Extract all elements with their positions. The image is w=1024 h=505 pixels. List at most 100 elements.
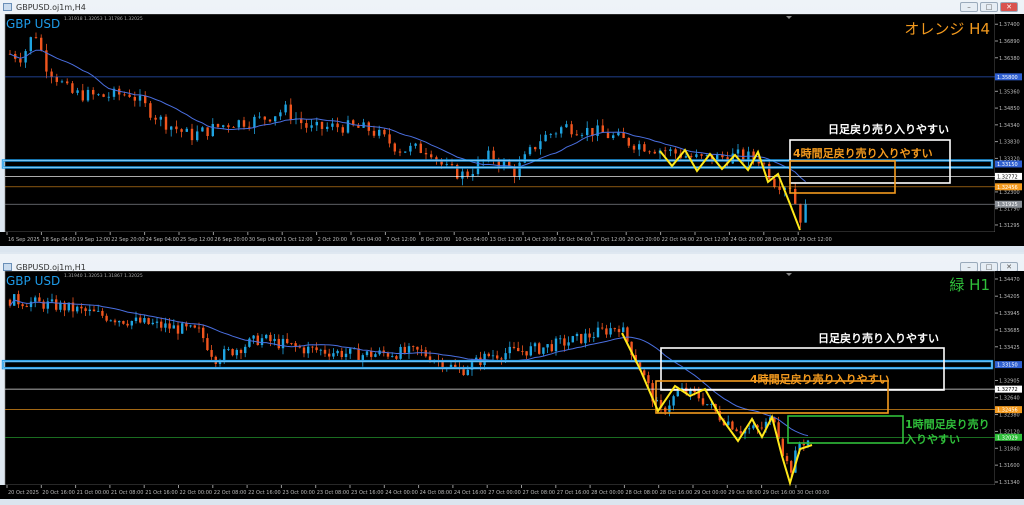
- candle-body: [412, 346, 415, 347]
- candle-body: [190, 128, 194, 141]
- candle-body: [676, 391, 679, 397]
- candle-body: [773, 178, 776, 187]
- time-tick-label: 23 Oct 12:00: [696, 237, 729, 243]
- candle-body: [622, 327, 625, 333]
- price-tick-label: 1.32640: [999, 396, 1020, 402]
- candle-body: [528, 147, 532, 155]
- price-tick-label: 1.34205: [999, 294, 1020, 300]
- candle-body: [34, 37, 38, 38]
- h1-annotation-line1: 1時間足戻り売り: [905, 417, 990, 431]
- candle-body: [605, 328, 608, 335]
- candle-body: [189, 325, 192, 327]
- candle-body: [269, 334, 272, 342]
- candle-body: [172, 325, 175, 329]
- candle-body: [134, 317, 138, 321]
- candle-body: [315, 347, 318, 351]
- candle-body: [559, 338, 562, 340]
- h1-chart[interactable]: 1.34470 1.34205 1.33945 1.33685 1.33425 1.329…: [0, 271, 1024, 504]
- candle-body: [244, 346, 247, 354]
- candle-body: [512, 346, 516, 348]
- candle-body: [374, 354, 377, 357]
- time-tick-label: 22 Sep 20:00: [111, 237, 144, 243]
- time-tick-label: 28 Oct 04:00: [765, 237, 798, 243]
- candle-body: [126, 323, 129, 326]
- candle-body: [690, 156, 693, 157]
- candle-body: [252, 335, 255, 339]
- daily-annotation: 日足戻り売り入りやすい: [828, 122, 949, 136]
- candle-body: [196, 131, 199, 141]
- candle-body: [92, 89, 95, 95]
- candle-body: [596, 327, 600, 338]
- price-tick-label: 1.35360: [999, 89, 1020, 95]
- candle-body: [546, 344, 549, 348]
- candle-body: [588, 333, 591, 338]
- candle-body: [748, 428, 751, 430]
- candle-body: [695, 154, 698, 157]
- price-marker-label: 1.33150: [997, 363, 1018, 369]
- candle-body: [575, 333, 579, 337]
- h4-window-titlebar[interactable]: GBPUSD.oj1m,H4 – □ ✕: [0, 0, 1024, 14]
- candle-body: [454, 364, 457, 367]
- candle-body: [668, 405, 671, 412]
- candle-body: [101, 310, 104, 316]
- candle-body: [518, 162, 521, 177]
- candle-body: [419, 143, 422, 153]
- candle-body: [197, 327, 201, 329]
- candle-body: [305, 123, 308, 128]
- candle-body: [151, 322, 154, 325]
- time-tick-label: 25 Sep 12:00: [180, 237, 213, 243]
- time-tick-label: 27 Oct 08:00: [523, 490, 556, 496]
- candle-body: [617, 132, 620, 136]
- candle-body: [804, 203, 807, 223]
- time-tick-label: 27 Oct 00:00: [488, 490, 521, 496]
- candle-body: [122, 321, 125, 324]
- time-tick-label: 24 Oct 16:00: [454, 490, 487, 496]
- candle-body: [606, 132, 610, 138]
- time-tick-label: 24 Oct 20:00: [730, 237, 763, 243]
- candle-body: [143, 318, 146, 323]
- candle-body: [206, 338, 209, 351]
- time-tick-label: 28 Oct 00:00: [591, 490, 624, 496]
- candle-body: [627, 137, 630, 146]
- candle-body: [139, 317, 142, 323]
- candle-body: [175, 126, 178, 130]
- candle-body: [416, 346, 419, 350]
- chart-window-icon: [3, 263, 12, 271]
- candle-body: [284, 104, 287, 113]
- candle-body: [88, 309, 91, 312]
- candle-body: [674, 149, 677, 154]
- candle-body: [409, 145, 412, 152]
- candle-body: [341, 127, 344, 133]
- candle-body: [235, 349, 238, 356]
- candle-body: [383, 129, 386, 135]
- maximize-button[interactable]: □: [980, 2, 998, 12]
- candle-body: [424, 152, 428, 155]
- time-tick-label: 23 Oct 00:00: [282, 490, 315, 496]
- candle-body: [29, 37, 32, 52]
- candle-body: [533, 343, 537, 347]
- h4-chart[interactable]: 1.37400 1.36890 1.36380 1.35360 1.34850 1.343…: [0, 14, 1024, 248]
- close-button[interactable]: ✕: [1000, 2, 1018, 12]
- candle-body: [294, 343, 297, 347]
- price-tick-label: 1.33945: [999, 311, 1020, 317]
- candle-body: [571, 336, 574, 343]
- price-tick-label: 1.33685: [999, 328, 1020, 334]
- candle-body: [331, 123, 334, 127]
- candle-body: [193, 325, 196, 328]
- candle-body: [286, 338, 289, 344]
- candle-body: [466, 369, 469, 376]
- candle-body: [492, 150, 495, 161]
- time-tick-label: 16 Sep 2025: [8, 237, 40, 243]
- time-tick-label: 28 Oct 16:00: [660, 490, 693, 496]
- candle-body: [34, 297, 37, 302]
- candle-body: [202, 327, 205, 339]
- candle-body: [50, 71, 53, 77]
- candle-body: [315, 121, 318, 126]
- candle-body: [144, 95, 147, 104]
- time-tick-label: 21 Oct 08:00: [111, 490, 144, 496]
- minimize-button[interactable]: –: [960, 2, 978, 12]
- candle-body: [790, 461, 793, 473]
- candle-body: [370, 351, 373, 357]
- candle-body: [684, 156, 688, 158]
- candle-body: [130, 320, 133, 326]
